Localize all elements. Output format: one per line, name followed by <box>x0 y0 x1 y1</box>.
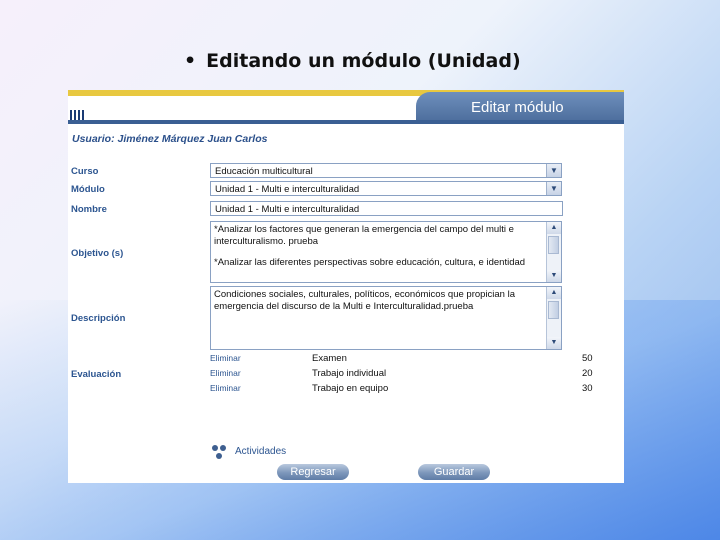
screenshot-window: Editar módulo Usuario: Jiménez Márquez J… <box>68 90 624 483</box>
bullet-icon: • <box>184 50 197 72</box>
evaluation-name: Trabajo en equipo <box>312 383 389 394</box>
page-title: Editar módulo <box>471 99 564 116</box>
chevron-down-icon[interactable]: ▼ <box>546 164 561 177</box>
evaluation-row: Eliminar Trabajo individual 20 <box>210 368 600 382</box>
objetivo-text-2: *Analizar las diferentes perspectivas so… <box>214 257 526 268</box>
label-nombre: Nombre <box>71 204 107 215</box>
evaluation-name: Examen <box>312 353 347 364</box>
back-button[interactable]: Regresar <box>277 464 349 480</box>
evaluation-row: Eliminar Examen 50 <box>210 353 600 367</box>
activities-link[interactable]: Actividades <box>235 446 286 457</box>
evaluation-percent: 30 <box>582 383 593 394</box>
objetivo-textarea[interactable]: *Analizar los factores que generan la em… <box>210 221 562 283</box>
curso-select[interactable]: Educación multicultural ▼ <box>210 163 562 178</box>
label-descripcion: Descripción <box>71 313 126 324</box>
nombre-input[interactable]: Unidad 1 - Multi e interculturalidad <box>210 201 563 216</box>
modulo-value: Unidad 1 - Multi e interculturalidad <box>215 184 360 195</box>
evaluation-percent: 20 <box>582 368 593 379</box>
chevron-down-icon[interactable]: ▼ <box>546 182 561 195</box>
descripcion-text: Condiciones sociales, culturales, políti… <box>214 289 515 312</box>
activities-icon[interactable] <box>212 445 230 461</box>
label-evaluacion: Evaluación <box>71 369 122 380</box>
top-bar: Editar módulo <box>68 90 624 124</box>
evaluation-row: Eliminar Trabajo en equipo 30 <box>210 383 600 397</box>
slide-title: • Editando un módulo (Unidad) <box>184 50 521 72</box>
descripcion-textarea[interactable]: Condiciones sociales, culturales, políti… <box>210 286 562 350</box>
scroll-up-icon[interactable]: ▲ <box>547 222 561 234</box>
objetivo-text-1: *Analizar los factores que generan la em… <box>214 224 514 247</box>
delete-link[interactable]: Eliminar <box>210 368 241 378</box>
scroll-thumb[interactable] <box>548 301 559 319</box>
evaluation-percent: 50 <box>582 353 593 364</box>
logo-stripes-icon <box>70 110 86 120</box>
nombre-value: Unidad 1 - Multi e interculturalidad <box>215 204 360 215</box>
objetivo-scrollbar[interactable]: ▲ ▼ <box>546 222 561 282</box>
modulo-select[interactable]: Unidad 1 - Multi e interculturalidad ▼ <box>210 181 562 196</box>
scroll-up-icon[interactable]: ▲ <box>547 287 561 299</box>
save-button[interactable]: Guardar <box>418 464 490 480</box>
delete-link[interactable]: Eliminar <box>210 383 241 393</box>
label-curso: Curso <box>71 166 99 177</box>
label-objetivo: Objetivo (s) <box>71 248 124 259</box>
label-modulo: Módulo <box>71 184 105 195</box>
scroll-down-icon[interactable]: ▼ <box>547 270 561 282</box>
header-divider <box>68 120 624 124</box>
delete-link[interactable]: Eliminar <box>210 353 241 363</box>
user-name: Usuario: Jiménez Márquez Juan Carlos <box>72 133 268 145</box>
descripcion-scrollbar[interactable]: ▲ ▼ <box>546 287 561 349</box>
evaluation-name: Trabajo individual <box>312 368 387 379</box>
objetivo-spacer <box>214 247 543 257</box>
slide-title-text: Editando un módulo (Unidad) <box>206 50 521 72</box>
scroll-thumb[interactable] <box>548 236 559 254</box>
curso-value: Educación multicultural <box>215 166 313 177</box>
scroll-down-icon[interactable]: ▼ <box>547 337 561 349</box>
